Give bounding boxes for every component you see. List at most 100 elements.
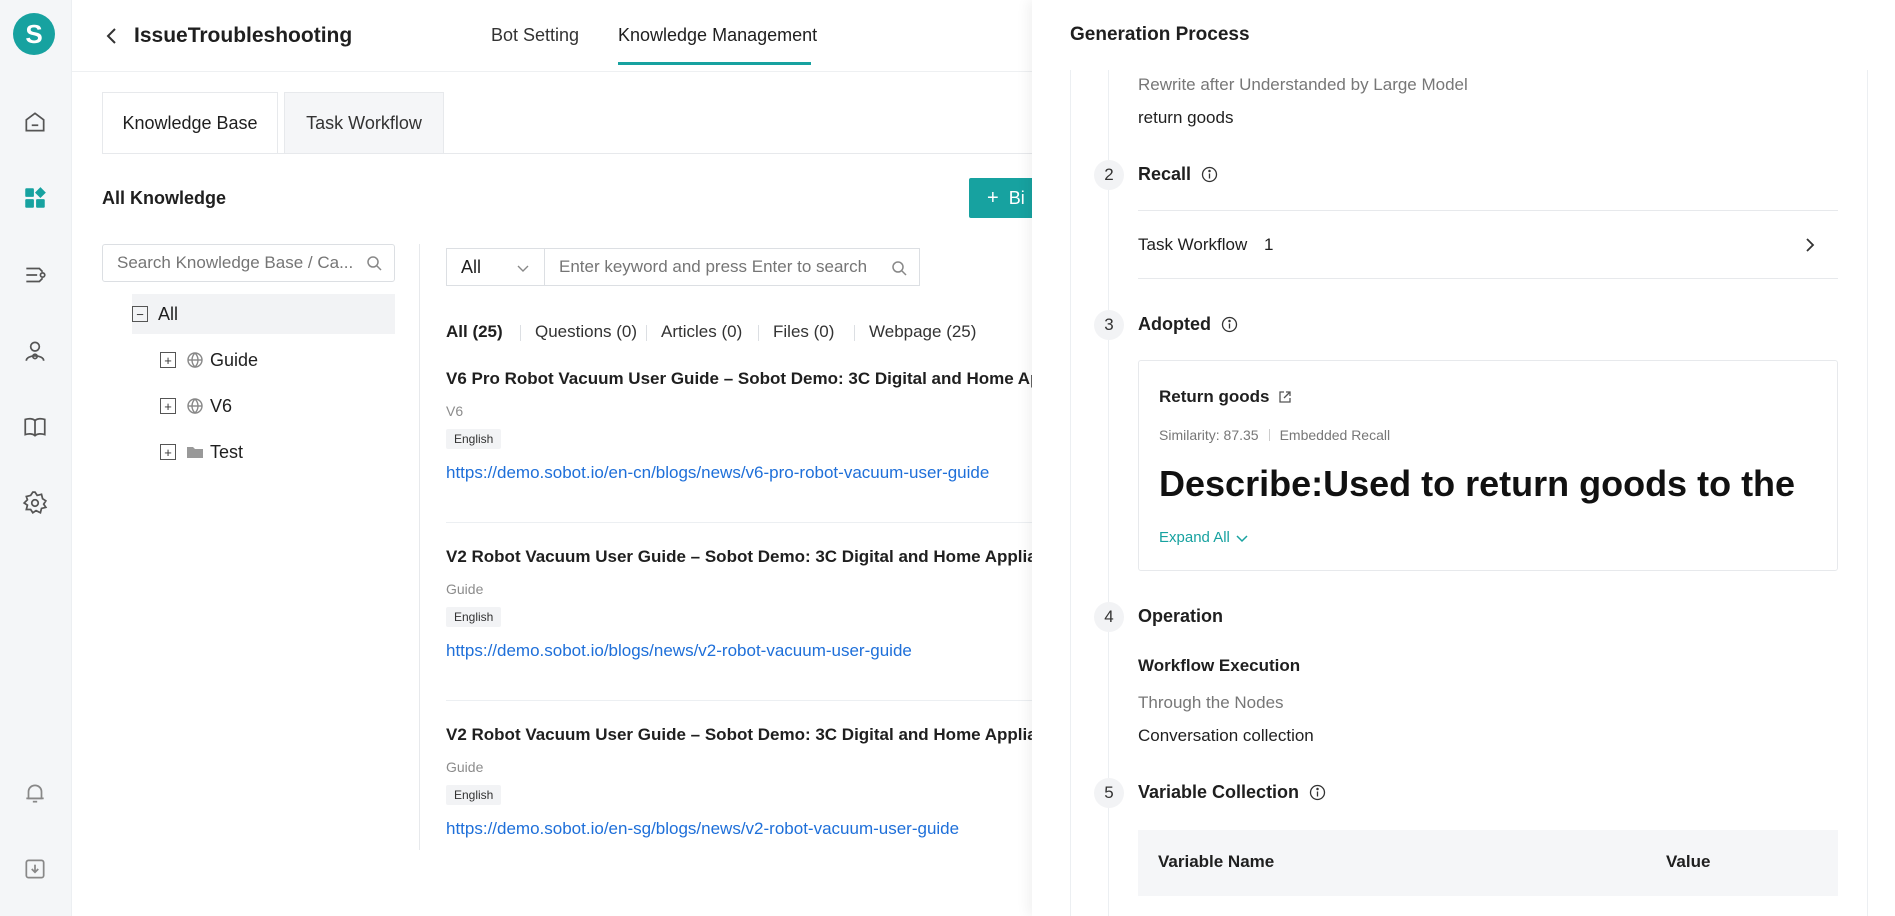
external-link-icon[interactable] [1278, 390, 1292, 404]
column-header-value: Value [1666, 852, 1711, 871]
keyword-search-input[interactable] [545, 249, 875, 285]
item-title[interactable]: V2 Robot Vacuum User Guide – Sobot Demo:… [446, 547, 1032, 567]
item-category: V6 [446, 403, 464, 419]
bell-icon[interactable] [20, 778, 50, 808]
keyword-search [544, 248, 920, 286]
info-icon[interactable] [1221, 316, 1238, 333]
pane-divider [419, 244, 420, 850]
language-badge: English [446, 429, 502, 449]
list-divider [446, 522, 1032, 523]
type-tab-separator [854, 325, 855, 341]
step-title-operation: Operation [1138, 606, 1223, 627]
operation-nodes-label: Through the Nodes [1138, 693, 1284, 712]
type-select-value: All [461, 256, 482, 277]
type-tab-separator [758, 325, 759, 341]
tab-knowledge-management[interactable]: Knowledge Management [618, 25, 817, 46]
back-arrow-icon[interactable] [102, 24, 122, 48]
variable-table-header: Variable Name Value [1138, 830, 1838, 896]
step-title-text: Recall [1138, 164, 1192, 184]
list-item[interactable]: V2 Robot Vacuum User Guide – Sobot Demo:… [446, 725, 1032, 847]
expand-all-label: Expand All [1159, 529, 1230, 546]
item-title[interactable]: V2 Robot Vacuum User Guide – Sobot Demo:… [446, 725, 1032, 745]
step-number: 4 [1094, 602, 1124, 632]
type-tab-separator [520, 325, 521, 341]
collapse-toggle[interactable]: − [132, 306, 148, 322]
list-divider [446, 700, 1032, 701]
info-icon[interactable] [1201, 166, 1218, 183]
home-icon[interactable] [20, 107, 50, 137]
step-number: 2 [1094, 160, 1124, 190]
step-title-adopted: Adopted [1138, 314, 1238, 335]
routing-icon[interactable] [20, 260, 50, 290]
expand-all-button[interactable]: Expand All [1159, 529, 1249, 546]
tab-bot-setting[interactable]: Bot Setting [491, 25, 579, 46]
operation-heading: Workflow Execution [1138, 656, 1301, 675]
item-category: Guide [446, 581, 484, 597]
rewrite-value: return goods [1138, 108, 1234, 127]
adopted-describe: Describe:Used to return goods to the [1159, 463, 1796, 504]
tree-node-v6[interactable]: + V6 [160, 386, 232, 426]
globe-icon [186, 397, 204, 415]
tree-node-test[interactable]: + Test [160, 432, 243, 472]
recall-top-rule [1138, 210, 1838, 211]
settings-icon[interactable] [20, 488, 50, 518]
logo[interactable]: S [13, 13, 55, 55]
tree-node-guide[interactable]: + Guide [160, 340, 258, 380]
search-icon[interactable] [366, 255, 382, 271]
list-item[interactable]: V6 Pro Robot Vacuum User Guide – Sobot D… [446, 369, 1032, 483]
step-connector [1108, 808, 1109, 916]
language-badge: English [446, 607, 502, 627]
type-tab-articles[interactable]: Articles (0) [661, 322, 742, 342]
type-tab-webpage[interactable]: Webpage (25) [869, 322, 976, 342]
item-title[interactable]: V6 Pro Robot Vacuum User Guide – Sobot D… [446, 369, 1032, 389]
icon-rail: S [0, 0, 72, 916]
step-title-text: Operation [1138, 606, 1224, 626]
step-title-variable-collection: Variable Collection [1138, 782, 1326, 803]
item-url[interactable]: https://demo.sobot.io/blogs/news/v2-robo… [446, 641, 1032, 661]
item-url[interactable]: https://demo.sobot.io/en-sg/blogs/news/v… [446, 819, 1032, 839]
step-number: 5 [1094, 778, 1124, 808]
recall-row[interactable]: Task Workflow 1 [1138, 235, 1273, 255]
similarity-score: Similarity: 87.35 [1159, 427, 1259, 443]
chevron-down-icon [1236, 534, 1248, 542]
panel-title: Generation Process [1070, 24, 1250, 45]
step-title-recall: Recall [1138, 164, 1218, 185]
item-category: Guide [446, 759, 484, 775]
step-title-text: Adopted [1138, 314, 1211, 334]
step-connector [1108, 340, 1109, 608]
tree-search [102, 244, 395, 282]
expand-toggle[interactable]: + [160, 398, 176, 414]
agent-icon[interactable] [20, 336, 50, 366]
type-tab-questions[interactable]: Questions (0) [535, 322, 637, 342]
section-title: All Knowledge [102, 188, 227, 208]
tree-node-all[interactable]: − All [132, 294, 395, 334]
operation-node-value: Conversation collection [1138, 726, 1314, 745]
page-title: IssueTroubleshooting [134, 24, 353, 47]
tab-knowledge-base[interactable]: Knowledge Base [102, 92, 278, 154]
type-tab-all[interactable]: All (25) [446, 322, 503, 342]
tree-node-label: Test [210, 441, 244, 462]
tree-search-input[interactable] [103, 245, 353, 281]
adopted-card: Return goods Similarity: 87.35 Embedded … [1138, 360, 1838, 571]
adopted-title[interactable]: Return goods [1159, 387, 1292, 407]
tree-node-label: Guide [210, 349, 259, 370]
download-icon[interactable] [20, 854, 50, 884]
type-select[interactable]: All [446, 248, 544, 286]
expand-toggle[interactable]: + [160, 352, 176, 368]
step-number: 3 [1094, 310, 1124, 340]
list-item[interactable]: V2 Robot Vacuum User Guide – Sobot Demo:… [446, 547, 1032, 661]
info-icon[interactable] [1309, 784, 1326, 801]
item-url[interactable]: https://demo.sobot.io/en-cn/blogs/news/v… [446, 463, 1032, 483]
main-area: IssueTroubleshooting Bot Setting Knowled… [72, 0, 1088, 916]
recall-label: Task Workflow [1138, 235, 1248, 254]
sub-tab-divider [102, 153, 1032, 154]
dashboard-icon[interactable] [20, 183, 50, 213]
chevron-right-icon[interactable] [1802, 236, 1818, 254]
step-title-text: Variable Collection [1138, 782, 1300, 802]
type-tab-files[interactable]: Files (0) [773, 322, 834, 342]
book-icon[interactable] [20, 412, 50, 442]
tab-task-workflow[interactable]: Task Workflow [284, 92, 444, 154]
search-icon[interactable] [891, 260, 907, 276]
expand-toggle[interactable]: + [160, 444, 176, 460]
recall-type: Embedded Recall [1279, 427, 1391, 443]
